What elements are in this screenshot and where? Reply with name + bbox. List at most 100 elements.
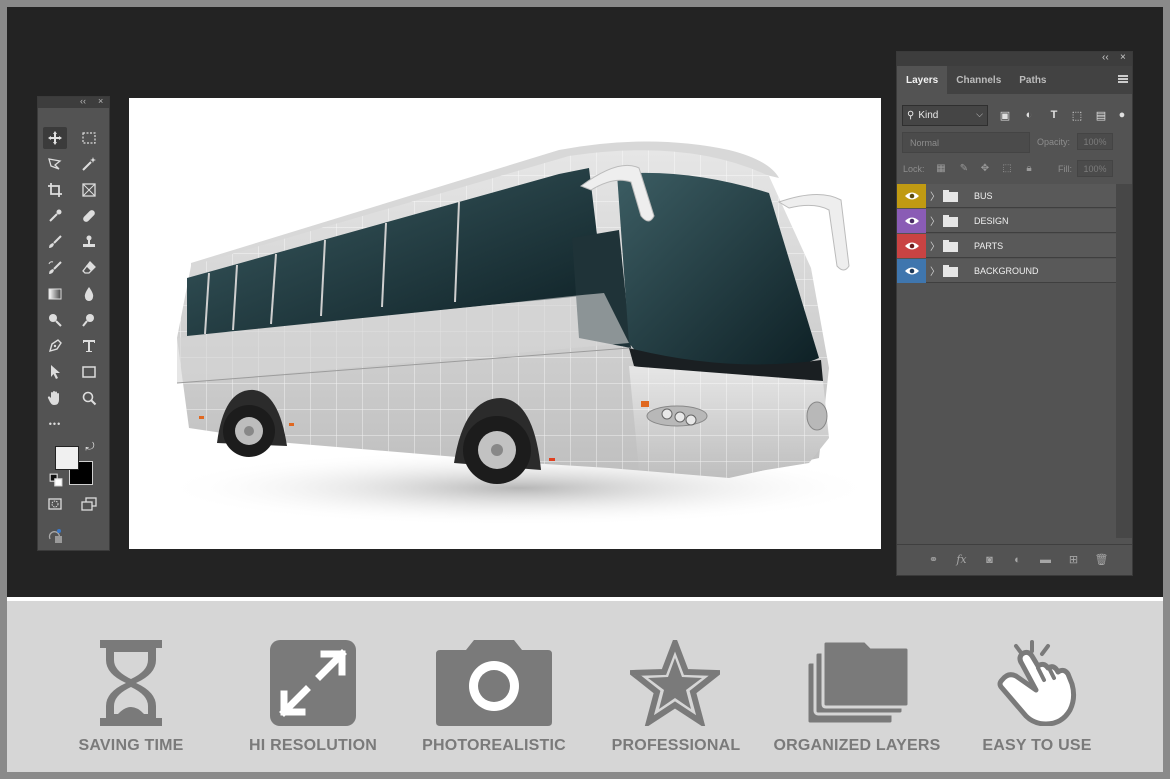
type-icon[interactable] bbox=[77, 335, 101, 357]
panel-tabs: Layers Channels Paths bbox=[897, 66, 1132, 94]
expand-chevron-icon[interactable]: 〉 bbox=[929, 188, 941, 203]
magic-wand-icon[interactable] bbox=[77, 153, 101, 175]
tab-channels[interactable]: Channels bbox=[947, 66, 1010, 94]
layer-row-parts[interactable]: 〉 PARTS bbox=[897, 233, 1116, 258]
expand-chevron-icon[interactable]: 〉 bbox=[929, 213, 941, 228]
path-select-icon[interactable] bbox=[43, 361, 67, 383]
marquee-icon[interactable] bbox=[77, 127, 101, 149]
opacity-field[interactable]: 100% bbox=[1077, 133, 1113, 150]
layer-row-design[interactable]: 〉 DESIGN bbox=[897, 208, 1116, 233]
fill-label: Fill: bbox=[1058, 164, 1072, 174]
new-layer-icon[interactable]: ⊞ bbox=[1065, 553, 1082, 566]
feature-label-easy-to-use: EASY TO USE bbox=[982, 737, 1092, 754]
frame-icon[interactable] bbox=[77, 179, 101, 201]
collapse-icon[interactable]: ‹‹ bbox=[80, 96, 86, 106]
trash-icon[interactable]: 🗑︎ bbox=[1093, 553, 1110, 566]
gradient-icon[interactable] bbox=[43, 283, 67, 305]
tap-hand-icon bbox=[997, 640, 1077, 726]
visibility-eye-icon[interactable] bbox=[897, 208, 926, 233]
swap-colors-icon[interactable]: ⤾ bbox=[82, 440, 98, 454]
adjustment-icon[interactable]: ◐ bbox=[1009, 554, 1026, 566]
visibility-eye-icon[interactable] bbox=[897, 183, 926, 208]
rectangle-icon[interactable] bbox=[77, 361, 101, 383]
layers-icon bbox=[805, 640, 911, 726]
zoom-icon[interactable] bbox=[77, 387, 101, 409]
smart-object-filter-icon[interactable]: ▤ bbox=[1094, 107, 1108, 123]
lock-artboard-icon[interactable]: ⬚ bbox=[1001, 162, 1013, 174]
history-brush-icon[interactable] bbox=[43, 257, 67, 279]
layer-name: DESIGN bbox=[974, 215, 1009, 226]
crop-icon[interactable] bbox=[43, 179, 67, 201]
layer-name: BUS bbox=[974, 190, 993, 201]
screen-mode-icon[interactable] bbox=[77, 493, 101, 515]
lock-label: Lock: bbox=[903, 164, 925, 174]
hand-icon[interactable] bbox=[43, 387, 67, 409]
tab-paths[interactable]: Paths bbox=[1010, 66, 1055, 94]
lock-transparent-icon[interactable]: ▦ bbox=[935, 162, 947, 174]
stamp-icon[interactable] bbox=[77, 231, 101, 253]
blur-icon[interactable] bbox=[77, 283, 101, 305]
default-colors-icon[interactable] bbox=[49, 473, 63, 487]
collapse-icon[interactable]: ‹‹ bbox=[1102, 52, 1109, 63]
lock-position-icon[interactable]: ✥ bbox=[979, 162, 991, 174]
link-icon[interactable]: ⚭ bbox=[925, 553, 942, 566]
document-canvas[interactable] bbox=[129, 98, 881, 549]
filter-kind-select[interactable]: ⚲ Kind ⌵ bbox=[902, 105, 988, 126]
zoom-small-icon[interactable] bbox=[77, 309, 101, 331]
expand-chevron-icon[interactable]: 〉 bbox=[929, 238, 941, 253]
tools-panel: ‹‹ × ••• ⤾ bbox=[37, 96, 110, 551]
layer-row-bus[interactable]: 〉 BUS bbox=[897, 183, 1116, 208]
layer-row-background[interactable]: 〉 BACKGROUND bbox=[897, 258, 1116, 283]
layers-panel: ‹‹ × Layers Channels Paths ⚲ Kind ⌵ ▣ ◐ … bbox=[896, 51, 1133, 576]
close-icon[interactable]: × bbox=[98, 96, 103, 106]
layers-footer: ⚭ fx ◙ ◐ ▬ ⊞ 🗑︎ bbox=[897, 544, 1132, 574]
panel-menu-icon[interactable] bbox=[1118, 75, 1128, 83]
fill-field[interactable]: 100% bbox=[1077, 160, 1113, 177]
layers-scrollbar[interactable] bbox=[1116, 184, 1132, 538]
hourglass-icon bbox=[100, 640, 162, 726]
pen-icon[interactable] bbox=[43, 335, 67, 357]
visibility-eye-icon[interactable] bbox=[897, 258, 926, 283]
image-filter-icon[interactable]: ▣ bbox=[998, 107, 1012, 123]
feature-label-photorealistic: PHOTOREALISTIC bbox=[422, 737, 566, 754]
quick-mask-icon[interactable] bbox=[43, 493, 67, 515]
filter-toggle-icon[interactable]: ● bbox=[1118, 107, 1126, 123]
search-icon: ⚲ bbox=[907, 110, 915, 121]
eraser-icon[interactable] bbox=[77, 257, 101, 279]
move-icon[interactable] bbox=[43, 127, 67, 149]
lock-image-icon[interactable]: ✎ bbox=[958, 162, 970, 174]
shape-filter-icon[interactable]: ⬚ bbox=[1070, 107, 1084, 123]
more-tools-icon[interactable]: ••• bbox=[43, 413, 67, 435]
lasso-icon[interactable] bbox=[43, 153, 67, 175]
folder-icon bbox=[943, 214, 959, 227]
feature-label-saving-time: SAVING TIME bbox=[78, 737, 184, 754]
edit-toolbar-icon[interactable] bbox=[43, 525, 67, 547]
adjustment-filter-icon[interactable]: ◐ bbox=[1022, 107, 1036, 123]
dodge-icon[interactable] bbox=[43, 309, 67, 331]
star-icon bbox=[630, 640, 720, 726]
layers-panel-titlebar[interactable]: ‹‹ × bbox=[897, 52, 1132, 66]
blend-mode-select[interactable]: Normal bbox=[902, 132, 1030, 153]
folder-icon bbox=[943, 264, 959, 277]
brush-icon[interactable] bbox=[43, 231, 67, 253]
expand-arrows-icon bbox=[270, 640, 356, 726]
layer-name: PARTS bbox=[974, 240, 1004, 251]
bus-mockup-image bbox=[159, 141, 879, 526]
fx-icon[interactable]: fx bbox=[953, 553, 970, 566]
eyedropper-icon[interactable] bbox=[43, 205, 67, 227]
lock-all-icon[interactable]: 🔒︎ bbox=[1023, 162, 1035, 174]
camera-icon bbox=[436, 640, 552, 726]
expand-chevron-icon[interactable]: 〉 bbox=[929, 263, 941, 278]
feature-label-professional: PROFESSIONAL bbox=[611, 737, 741, 754]
tab-layers[interactable]: Layers bbox=[897, 66, 948, 94]
close-icon[interactable]: × bbox=[1120, 52, 1126, 63]
mask-icon[interactable]: ◙ bbox=[981, 554, 998, 566]
healing-brush-icon[interactable] bbox=[77, 205, 101, 227]
visibility-eye-icon[interactable] bbox=[897, 233, 926, 258]
foreground-color-swatch[interactable] bbox=[55, 446, 79, 470]
group-icon[interactable]: ▬ bbox=[1037, 554, 1054, 566]
layer-name: BACKGROUND bbox=[974, 265, 1039, 276]
type-filter-icon[interactable]: T bbox=[1047, 107, 1061, 123]
opacity-label: Opacity: bbox=[1037, 137, 1071, 147]
tools-panel-titlebar[interactable]: ‹‹ × bbox=[38, 96, 109, 108]
